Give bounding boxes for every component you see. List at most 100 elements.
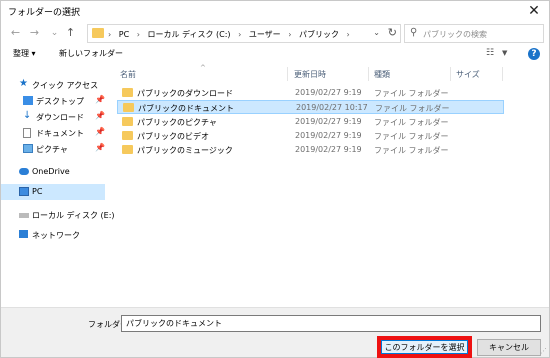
folder-icon — [122, 131, 133, 140]
breadcrumb-separator: › — [136, 30, 140, 39]
back-arrow-icon[interactable]: ← — [9, 26, 22, 40]
file-type: ファイル フォルダー — [374, 89, 449, 98]
sidebar-item-network[interactable]: ネットワーク — [1, 227, 105, 243]
breadcrumb-pc[interactable]: PC — [119, 30, 129, 39]
forward-arrow-icon[interactable]: → — [28, 26, 41, 40]
folder-field[interactable] — [121, 315, 541, 332]
sidebar-item-quick-access[interactable]: ★ クイック アクセス — [1, 77, 105, 93]
navigation-row: ← → ⌄ ↑ › PC › ローカル ディスク (C:) › ユーザー › パ… — [1, 22, 549, 45]
sidebar-item-pictures[interactable]: ピクチャ 📌 — [1, 141, 105, 157]
address-bar[interactable]: › PC › ローカル ディスク (C:) › ユーザー › パブリック › ⌄… — [87, 24, 401, 43]
file-row[interactable]: パブリックのダウンロード 2019/02/27 9:19 ファイル フォルダー — [117, 86, 504, 100]
column-header-name[interactable]: 名前 — [120, 69, 136, 80]
sidebar-item-label: OneDrive — [32, 167, 70, 176]
sidebar-item-label: デスクトップ — [36, 97, 84, 106]
star-icon: ★ — [19, 78, 28, 89]
breadcrumb-local-disk-c[interactable]: ローカル ディスク (C:) — [147, 30, 230, 39]
folder-icon — [122, 145, 133, 154]
file-name: パブリックのダウンロード — [137, 89, 233, 98]
close-icon[interactable]: ✕ — [525, 3, 543, 21]
file-type: ファイル フォルダー — [374, 146, 449, 155]
new-folder-button[interactable]: 新しいフォルダー — [59, 48, 123, 59]
network-icon — [19, 230, 28, 238]
column-header-type[interactable]: 種類 — [374, 69, 390, 80]
column-header-size[interactable]: サイズ — [456, 69, 480, 80]
resize-grip-icon[interactable]: ⋰ — [540, 347, 547, 355]
column-divider[interactable] — [502, 67, 503, 81]
desktop-icon — [23, 96, 33, 105]
sort-ascending-icon: ^ — [200, 64, 206, 72]
search-box[interactable]: ⚲ パブリックの検索 — [404, 24, 544, 43]
sidebar-item-label: ローカル ディスク (E:) — [32, 211, 115, 220]
folder-picker-dialog: フォルダーの選択 ✕ ← → ⌄ ↑ › PC › ローカル ディスク (C:)… — [0, 0, 550, 358]
title-bar: フォルダーの選択 ✕ — [1, 1, 549, 22]
file-row[interactable]: パブリックのピクチャ 2019/02/27 9:19 ファイル フォルダー — [117, 115, 504, 129]
pin-icon[interactable]: 📌 — [95, 95, 105, 104]
breadcrumb-separator: › — [346, 30, 350, 39]
pin-icon[interactable]: 📌 — [95, 143, 105, 152]
pin-icon[interactable]: 📌 — [95, 111, 105, 120]
breadcrumb: › PC › ローカル ディスク (C:) › ユーザー › パブリック › — [108, 29, 355, 40]
file-name: パブリックのミュージック — [137, 146, 233, 155]
refresh-icon[interactable]: ↻ — [388, 26, 397, 39]
file-name: パブリックのビデオ — [137, 132, 209, 141]
help-icon[interactable]: ? — [528, 48, 540, 60]
view-options-icon[interactable]: ☷ — [486, 48, 494, 58]
breadcrumb-separator: › — [288, 30, 292, 39]
file-row[interactable]: パブリックのビデオ 2019/02/27 9:19 ファイル フォルダー — [117, 129, 504, 143]
sidebar-item-documents[interactable]: ドキュメント 📌 — [1, 125, 105, 141]
sidebar-item-downloads[interactable]: ↓ ダウンロード 📌 — [1, 109, 105, 125]
file-date: 2019/02/27 9:19 — [295, 131, 362, 140]
file-type: ファイル フォルダー — [375, 104, 450, 113]
navigation-pane: ★ クイック アクセス デスクトップ 📌 ↓ ダウンロード 📌 ドキュメント 📌… — [1, 67, 115, 307]
sidebar-item-label: ダウンロード — [36, 113, 84, 122]
folder-icon — [123, 103, 134, 112]
file-date: 2019/02/27 9:19 — [295, 88, 362, 97]
cancel-button[interactable]: キャンセル — [477, 339, 541, 356]
sidebar-item-label: ドキュメント — [36, 129, 84, 138]
dialog-title: フォルダーの選択 — [8, 8, 81, 18]
dialog-footer: フォルダー: このフォルダーを選択 キャンセル ⋰ — [1, 307, 549, 358]
sidebar-item-onedrive[interactable]: OneDrive — [1, 164, 105, 180]
search-placeholder: パブリックの検索 — [423, 30, 487, 39]
file-type: ファイル フォルダー — [374, 118, 449, 127]
cloud-icon — [19, 168, 29, 175]
breadcrumb-public[interactable]: パブリック — [299, 30, 339, 39]
breadcrumb-separator: › — [238, 30, 242, 39]
file-row[interactable]: パブリックのミュージック 2019/02/27 9:19 ファイル フォルダー — [117, 143, 504, 157]
column-divider[interactable] — [287, 67, 288, 81]
file-type: ファイル フォルダー — [374, 132, 449, 141]
sidebar-item-desktop[interactable]: デスクトップ 📌 — [1, 93, 105, 109]
column-header-row: ^ 名前 更新日時 種類 サイズ — [112, 64, 512, 83]
file-date: 2019/02/27 9:19 — [295, 145, 362, 154]
computer-icon — [19, 187, 29, 196]
breadcrumb-users[interactable]: ユーザー — [249, 30, 281, 39]
column-divider[interactable] — [368, 67, 369, 81]
download-icon: ↓ — [23, 110, 32, 121]
column-divider[interactable] — [450, 67, 451, 81]
sidebar-item-local-disk-e[interactable]: ローカル ディスク (E:) — [1, 207, 115, 223]
pin-icon[interactable]: 📌 — [95, 127, 105, 136]
file-row-selected[interactable]: パブリックのドキュメント 2019/02/27 10:17 ファイル フォルダー — [117, 100, 504, 114]
address-dropdown-icon[interactable]: ⌄ — [373, 28, 380, 37]
file-date: 2019/02/27 10:17 — [296, 103, 368, 112]
chevron-down-icon[interactable]: ▼ — [502, 49, 507, 57]
sidebar-item-label: ピクチャ — [36, 145, 68, 154]
file-list: ^ 名前 更新日時 種類 サイズ パブリックのダウンロード 2019/02/27… — [112, 64, 549, 305]
select-folder-button[interactable]: このフォルダーを選択 — [381, 340, 468, 354]
command-bar: 整理 ▾ 新しいフォルダー ☷ ▼ ? — [1, 45, 549, 65]
search-icon: ⚲ — [410, 27, 418, 38]
folder-input[interactable] — [122, 316, 540, 331]
folder-icon — [122, 88, 133, 97]
recent-locations-chevron-icon[interactable]: ⌄ — [48, 26, 61, 40]
organize-button[interactable]: 整理 ▾ — [13, 48, 36, 59]
sidebar-item-label: クイック アクセス — [32, 81, 99, 90]
file-name: パブリックのドキュメント — [138, 104, 234, 113]
sidebar-item-label: ネットワーク — [32, 231, 80, 240]
up-arrow-icon[interactable]: ↑ — [64, 26, 77, 40]
column-header-date[interactable]: 更新日時 — [294, 69, 326, 80]
sidebar-item-pc[interactable]: PC — [1, 184, 105, 200]
pictures-icon — [23, 144, 33, 153]
drive-icon — [19, 213, 29, 218]
select-folder-button-highlight: このフォルダーを選択 — [377, 336, 472, 358]
